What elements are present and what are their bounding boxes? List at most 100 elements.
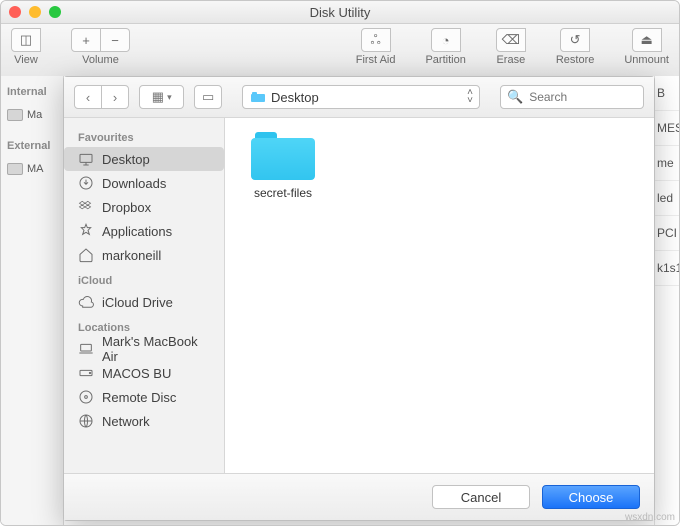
minus-icon: −: [111, 33, 119, 48]
search-input[interactable]: [527, 89, 637, 105]
location-label: Desktop: [271, 90, 319, 105]
restore-label: Restore: [556, 54, 595, 66]
eject-icon: ⏏: [641, 32, 653, 48]
internal-header: Internal: [1, 82, 63, 102]
globe-icon: [78, 413, 94, 429]
desktop-folder-icon: [251, 92, 265, 102]
grid-icon: ▦: [152, 89, 164, 105]
sidebar-item-label: markoneill: [102, 248, 161, 263]
disk-sidebar: Internal Ma External MA: [1, 76, 64, 525]
sidebar-item-label: Downloads: [102, 176, 166, 191]
disc-icon: [78, 389, 94, 405]
group-button[interactable]: ▭: [194, 85, 222, 109]
folder-icon: ▭: [202, 89, 214, 105]
erase-icon: ⌫: [502, 32, 520, 48]
sidebar-item-remote-disc[interactable]: Remote Disc: [64, 385, 224, 409]
sidebar-item-label: iCloud Drive: [102, 295, 173, 310]
choose-button[interactable]: Choose: [542, 485, 640, 509]
search-field[interactable]: 🔍: [500, 85, 644, 109]
plus-icon: +: [82, 33, 90, 48]
first-aid-button[interactable]: ஃ: [361, 28, 391, 52]
peek-text: PCI: [655, 216, 679, 251]
dialog-toolbar: ‹ › ▦ ▾ ▭ Desktop ˄˅ 🔍: [64, 77, 654, 118]
drive-icon: [78, 365, 94, 381]
partition-button[interactable]: ◔: [431, 28, 461, 52]
watermark: wsxdn.com: [625, 512, 675, 523]
titlebar: Disk Utility: [1, 1, 679, 24]
erase-label: Erase: [496, 54, 525, 66]
sidebar-icon: ◫: [20, 32, 32, 48]
sidebar-item-backup[interactable]: MACOS BU: [64, 361, 224, 385]
sidebar-item-label: Remote Disc: [102, 390, 176, 405]
sidebar-item-machine[interactable]: Mark's MacBook Air: [64, 337, 224, 361]
sidebar-item-icloud-drive[interactable]: iCloud Drive: [64, 290, 224, 314]
sidebar-item-downloads[interactable]: Downloads: [64, 171, 224, 195]
cancel-label: Cancel: [461, 490, 501, 505]
forward-button[interactable]: ›: [102, 85, 129, 109]
sidebar-item-label: MACOS BU: [102, 366, 171, 381]
unmount-label: Unmount: [624, 54, 669, 66]
restore-button[interactable]: ↺: [560, 28, 590, 52]
volume-label: Volume: [82, 54, 119, 66]
folder-item[interactable]: secret-files: [243, 132, 323, 200]
dialog-buttons: Cancel Choose: [64, 473, 654, 520]
peek-text: led: [655, 181, 679, 216]
search-icon: 🔍: [507, 89, 523, 105]
view-button[interactable]: ◫: [11, 28, 41, 52]
cloud-icon: [78, 294, 94, 310]
laptop-icon: [78, 341, 94, 357]
file-browser[interactable]: secret-files: [225, 118, 654, 473]
partition-label: Partition: [425, 54, 465, 66]
dropbox-icon: [78, 199, 94, 215]
unmount-button[interactable]: ⏏: [632, 28, 662, 52]
sidebar-item-home[interactable]: markoneill: [64, 243, 224, 267]
external-disk-item[interactable]: MA: [1, 156, 63, 182]
internal-disk-item[interactable]: Ma: [1, 102, 63, 128]
erase-button[interactable]: ⌫: [496, 28, 526, 52]
sidebar-item-label: Network: [102, 414, 150, 429]
detail-peek: B MES me led PCI k1s1: [654, 76, 679, 525]
pie-icon: ◔: [442, 33, 450, 48]
sidebar-item-applications[interactable]: Applications: [64, 219, 224, 243]
folder-icon: [251, 132, 315, 180]
sidebar-item-desktop[interactable]: Desktop: [64, 147, 224, 171]
peek-text: MES: [655, 111, 679, 146]
sidebar-item-label: Desktop: [102, 152, 150, 167]
chevron-left-icon: ‹: [86, 90, 90, 105]
close-window-button[interactable]: [9, 6, 21, 18]
chevron-right-icon: ›: [113, 90, 117, 105]
view-label: View: [14, 54, 38, 66]
icloud-header: iCloud: [64, 267, 224, 290]
peek-text: k1s1: [655, 251, 679, 286]
sidebar-item-dropbox[interactable]: Dropbox: [64, 195, 224, 219]
sidebar-item-label: Dropbox: [102, 200, 151, 215]
first-aid-label: First Aid: [356, 54, 396, 66]
zoom-window-button[interactable]: [49, 6, 61, 18]
disk-icon: [7, 163, 23, 175]
dialog-sidebar: Favourites Desktop Downloads Dropbox App…: [64, 118, 225, 473]
remove-volume-button[interactable]: −: [101, 28, 130, 52]
add-volume-button[interactable]: +: [71, 28, 101, 52]
downloads-icon: [78, 175, 94, 191]
choose-label: Choose: [569, 490, 614, 505]
sidebar-item-network[interactable]: Network: [64, 409, 224, 433]
popup-chevrons-icon: ˄˅: [467, 89, 473, 105]
internal-disk-label: Ma: [27, 109, 42, 121]
minimize-window-button[interactable]: [29, 6, 41, 18]
window-title: Disk Utility: [310, 5, 371, 20]
stethoscope-icon: ஃ: [370, 32, 380, 49]
applications-icon: [78, 223, 94, 239]
location-popup[interactable]: Desktop ˄˅: [242, 85, 480, 109]
sidebar-item-label: Mark's MacBook Air: [102, 334, 210, 364]
app-window: Disk Utility ◫ View + − Volume ஃ First A…: [0, 0, 680, 526]
restore-icon: ↺: [570, 32, 581, 48]
chevron-down-icon: ▾: [167, 92, 172, 103]
home-icon: [78, 247, 94, 263]
favourites-header: Favourites: [64, 124, 224, 147]
back-button[interactable]: ‹: [74, 85, 102, 109]
peek-text: me: [655, 146, 679, 181]
toolbar: ◫ View + − Volume ஃ First Aid ◔ Partitio…: [1, 24, 679, 81]
sidebar-item-label: Applications: [102, 224, 172, 239]
view-mode-button[interactable]: ▦ ▾: [139, 85, 184, 109]
cancel-button[interactable]: Cancel: [432, 485, 530, 509]
